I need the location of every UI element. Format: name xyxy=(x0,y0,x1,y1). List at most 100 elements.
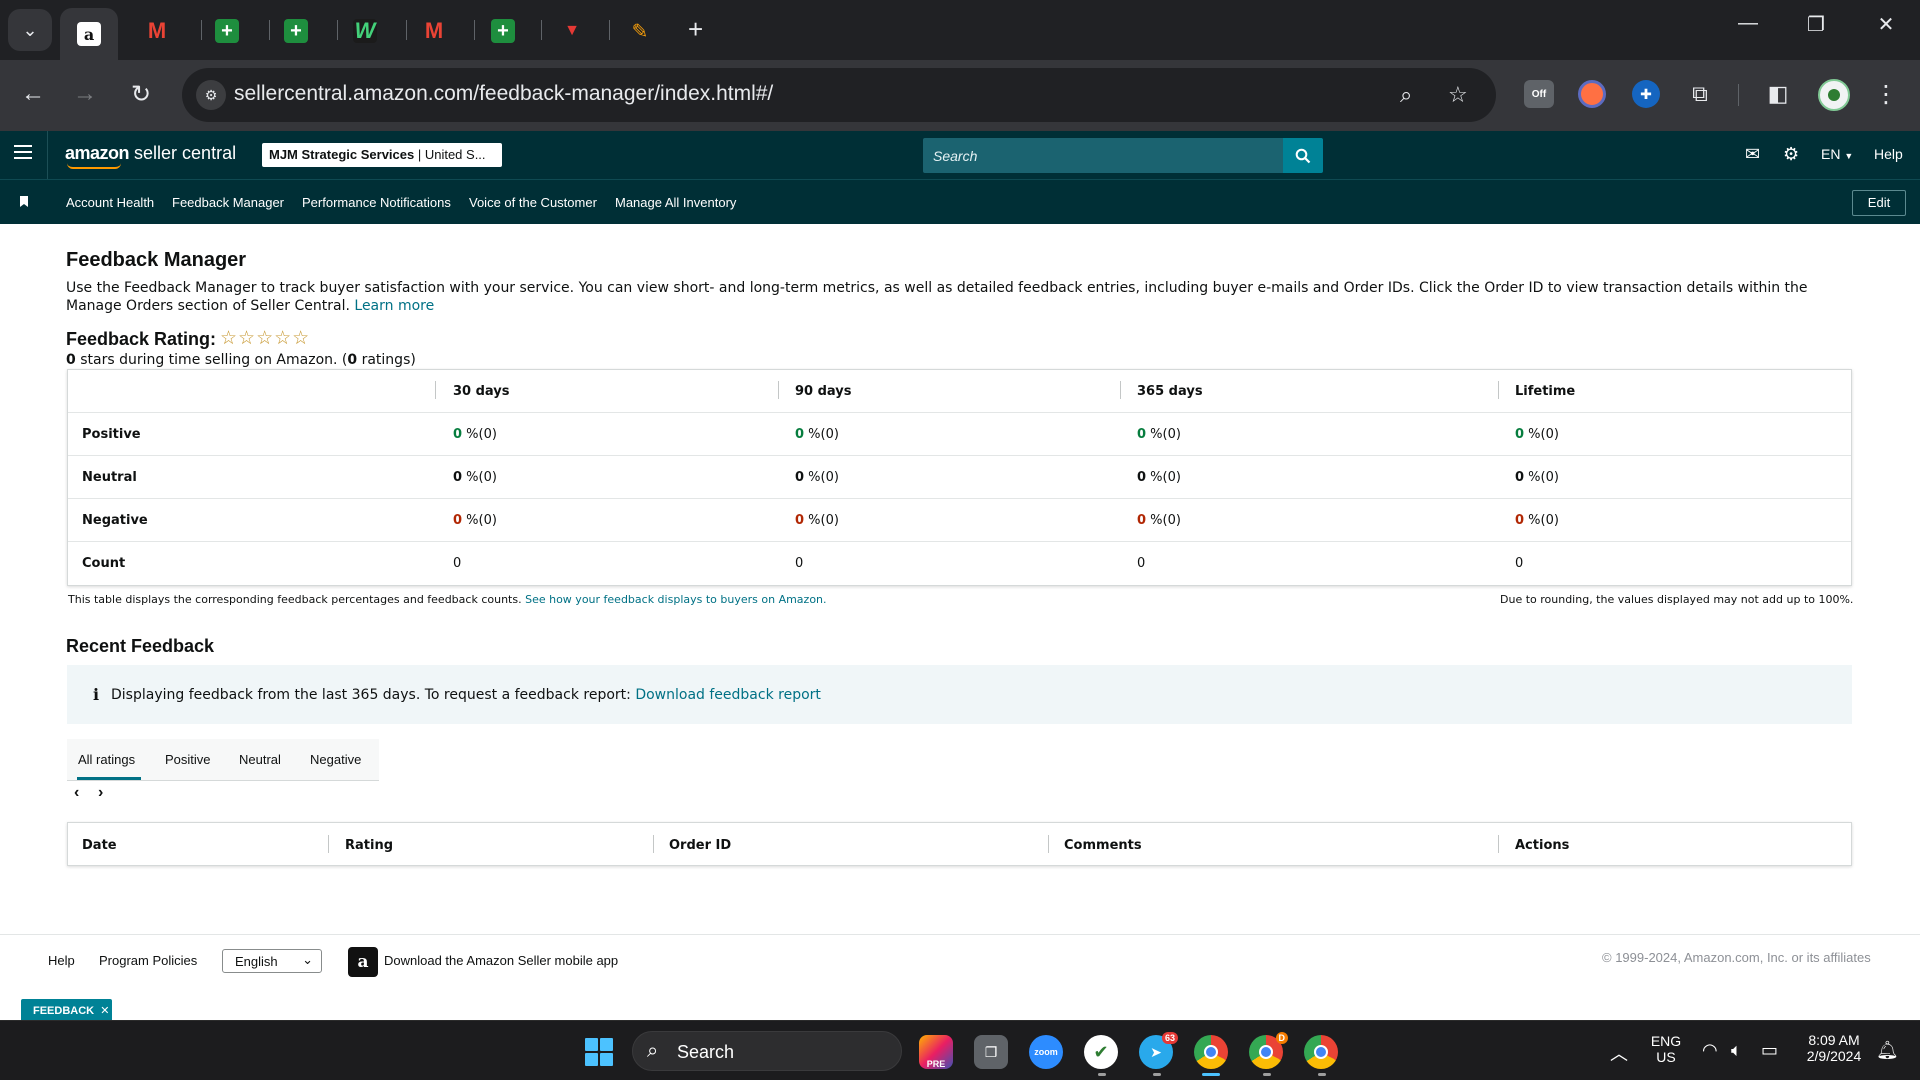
active-indicator xyxy=(1202,1073,1220,1076)
side-panel-icon[interactable]: ◧ xyxy=(1764,80,1792,108)
table-row-positive: Positive 0 %(0) 0 %(0) 0 %(0) 0 %(0) xyxy=(68,413,1851,456)
nav-manage-inventory[interactable]: Manage All Inventory xyxy=(615,195,736,210)
tab-multicolor-app[interactable]: ✎ xyxy=(611,8,669,54)
chrome-profile-icon[interactable]: D xyxy=(1249,1032,1288,1069)
tab-amazon[interactable]: a xyxy=(60,8,118,60)
hamburger-menu-icon[interactable] xyxy=(14,145,32,161)
footer-language-select[interactable]: English ⌄ xyxy=(222,949,322,973)
bookmark-star-icon[interactable]: ☆ xyxy=(1448,82,1468,108)
extension-orange-icon[interactable] xyxy=(1578,80,1606,108)
edit-nav-button[interactable]: Edit xyxy=(1852,190,1906,216)
footer-language-value: English xyxy=(235,954,278,969)
column-header-30-days: 30 days xyxy=(453,384,510,399)
chrome-profile-2-icon[interactable] xyxy=(1304,1035,1338,1069)
taskbar-search[interactable]: ⌕ Search xyxy=(632,1031,902,1071)
profile-avatar[interactable] xyxy=(1818,79,1850,111)
nav-account-health[interactable]: Account Health xyxy=(66,195,154,210)
info-message-text: Displaying feedback from the last 365 da… xyxy=(111,687,631,703)
column-header-order-id[interactable]: Order ID xyxy=(669,838,731,853)
browser-menu-icon[interactable]: ⋮ xyxy=(1874,80,1898,109)
address-bar[interactable]: ⚙ sellercentral.amazon.com/feedback-mana… xyxy=(182,68,1496,122)
windows-taskbar: ⌕ Search PRE ❐ zoom ✔ ➤ 63 D ︿ ENG US ◠ 🔈… xyxy=(0,1020,1920,1080)
chevron-up-icon[interactable]: ︿ xyxy=(1610,1040,1628,1066)
battery-icon[interactable]: ▭ xyxy=(1761,1040,1778,1061)
nav-performance-notifications[interactable]: Performance Notifications xyxy=(302,195,451,210)
clock[interactable]: 8:09 AM 2/9/2024 xyxy=(1796,1032,1872,1064)
buyer-display-link[interactable]: See how your feedback displays to buyers… xyxy=(525,593,826,606)
footer-help-link[interactable]: Help xyxy=(48,953,75,968)
nav-voice-of-customer[interactable]: Voice of the Customer xyxy=(469,195,597,210)
seller-central-logo[interactable]: amazon seller central xyxy=(65,143,236,169)
tab-sheets[interactable]: + xyxy=(267,8,325,54)
search-button[interactable] xyxy=(1283,138,1323,173)
task-view-icon[interactable]: ❐ xyxy=(974,1035,1008,1069)
amazon-smile-icon xyxy=(67,163,121,169)
copilot-pre-icon[interactable]: PRE xyxy=(919,1035,953,1069)
nav-feedback-manager[interactable]: Feedback Manager xyxy=(172,195,284,210)
windows-start-icon[interactable] xyxy=(585,1038,613,1066)
extensions-puzzle-icon[interactable]: ⧉ xyxy=(1686,80,1714,108)
tab-sheets[interactable]: + xyxy=(198,8,256,54)
amazon-seller-app-icon[interactable]: a xyxy=(348,947,378,977)
tab-sheets[interactable]: + xyxy=(474,8,532,54)
account-selector[interactable]: MJM Strategic Services | United S... xyxy=(262,143,502,167)
help-link[interactable]: Help xyxy=(1874,146,1903,162)
zoom-magnifier-icon[interactable]: ⌕ xyxy=(1400,82,1412,108)
column-divider xyxy=(778,381,779,399)
wifi-icon[interactable]: ◠ xyxy=(1702,1040,1718,1061)
learn-more-link[interactable]: Learn more xyxy=(354,298,434,314)
site-info-icon[interactable]: ⚙ xyxy=(196,80,226,110)
restore-icon[interactable]: ❐ xyxy=(1796,12,1836,37)
language-selector[interactable]: EN ▼ xyxy=(1821,146,1853,162)
column-header-rating[interactable]: Rating xyxy=(345,838,393,853)
url-text[interactable]: sellercentral.amazon.com/feedback-manage… xyxy=(234,82,773,106)
tab-divider xyxy=(541,20,542,40)
rating-stars-icon: ☆☆☆☆☆ xyxy=(220,328,311,349)
percent-suffix: %(0) xyxy=(804,470,839,485)
column-divider xyxy=(1048,835,1049,853)
tab-gmail[interactable]: M xyxy=(405,8,463,54)
back-arrow-icon[interactable]: ← xyxy=(15,80,51,108)
new-tab-plus-icon[interactable]: + xyxy=(688,14,703,45)
gmail-icon: M xyxy=(424,18,444,43)
bookmark-icon[interactable] xyxy=(20,196,28,207)
previous-page-chevron-icon[interactable]: ‹ xyxy=(74,784,79,802)
tab-positive[interactable]: Positive xyxy=(165,752,211,767)
tab-all-ratings[interactable]: All ratings xyxy=(78,752,135,767)
forward-arrow-icon[interactable]: → xyxy=(67,80,103,108)
telegram-icon[interactable]: ➤ 63 xyxy=(1139,1032,1178,1069)
tab-red-app[interactable]: ▼ xyxy=(543,8,601,54)
reload-icon[interactable]: ↻ xyxy=(123,80,159,109)
input-language[interactable]: ENG US xyxy=(1648,1033,1684,1065)
chrome-icon[interactable] xyxy=(1194,1035,1228,1069)
extension-off-icon[interactable]: Off xyxy=(1524,80,1554,108)
neutral-lifetime-value: 0 xyxy=(1515,470,1525,485)
column-header-comments[interactable]: Comments xyxy=(1064,838,1142,853)
extension-blue-icon[interactable]: ✚ xyxy=(1632,80,1660,108)
feedback-close-icon[interactable]: ✕ xyxy=(97,1005,109,1017)
minimize-icon[interactable]: — xyxy=(1728,12,1768,35)
tab-neutral[interactable]: Neutral xyxy=(239,752,281,767)
zoom-icon[interactable]: zoom xyxy=(1029,1035,1063,1069)
column-divider xyxy=(435,381,436,399)
positive-lifetime: 0 %(0) xyxy=(1515,427,1559,442)
mail-icon[interactable]: ✉ xyxy=(1745,144,1760,165)
column-header-date[interactable]: Date xyxy=(82,838,117,853)
tab-gmail[interactable]: M xyxy=(128,8,186,54)
count-lifetime: 0 xyxy=(1515,556,1524,571)
tab-w-app[interactable]: W xyxy=(336,8,394,54)
program-policies-link[interactable]: Program Policies xyxy=(99,953,197,968)
search-icon: ⌕ xyxy=(647,1040,659,1062)
volume-icon[interactable]: 🔈︎ xyxy=(1731,1040,1742,1061)
notification-bell-icon[interactable]: 🔔︎ xyxy=(1876,1040,1899,1061)
download-report-link[interactable]: Download feedback report xyxy=(635,687,821,703)
close-window-icon[interactable]: ✕ xyxy=(1866,12,1906,37)
checkmark-app-icon[interactable]: ✔ xyxy=(1084,1035,1118,1069)
tab-search-chevron-icon[interactable]: ⌄ xyxy=(8,9,52,51)
seller-search-input[interactable] xyxy=(923,138,1253,173)
feedback-button[interactable]: FEEDBACK ✕ xyxy=(21,999,112,1021)
tab-negative[interactable]: Negative xyxy=(310,752,361,767)
gear-icon[interactable]: ⚙ xyxy=(1783,144,1799,165)
next-page-chevron-icon[interactable]: › xyxy=(98,784,103,802)
download-app-link[interactable]: Download the Amazon Seller mobile app xyxy=(384,953,618,968)
